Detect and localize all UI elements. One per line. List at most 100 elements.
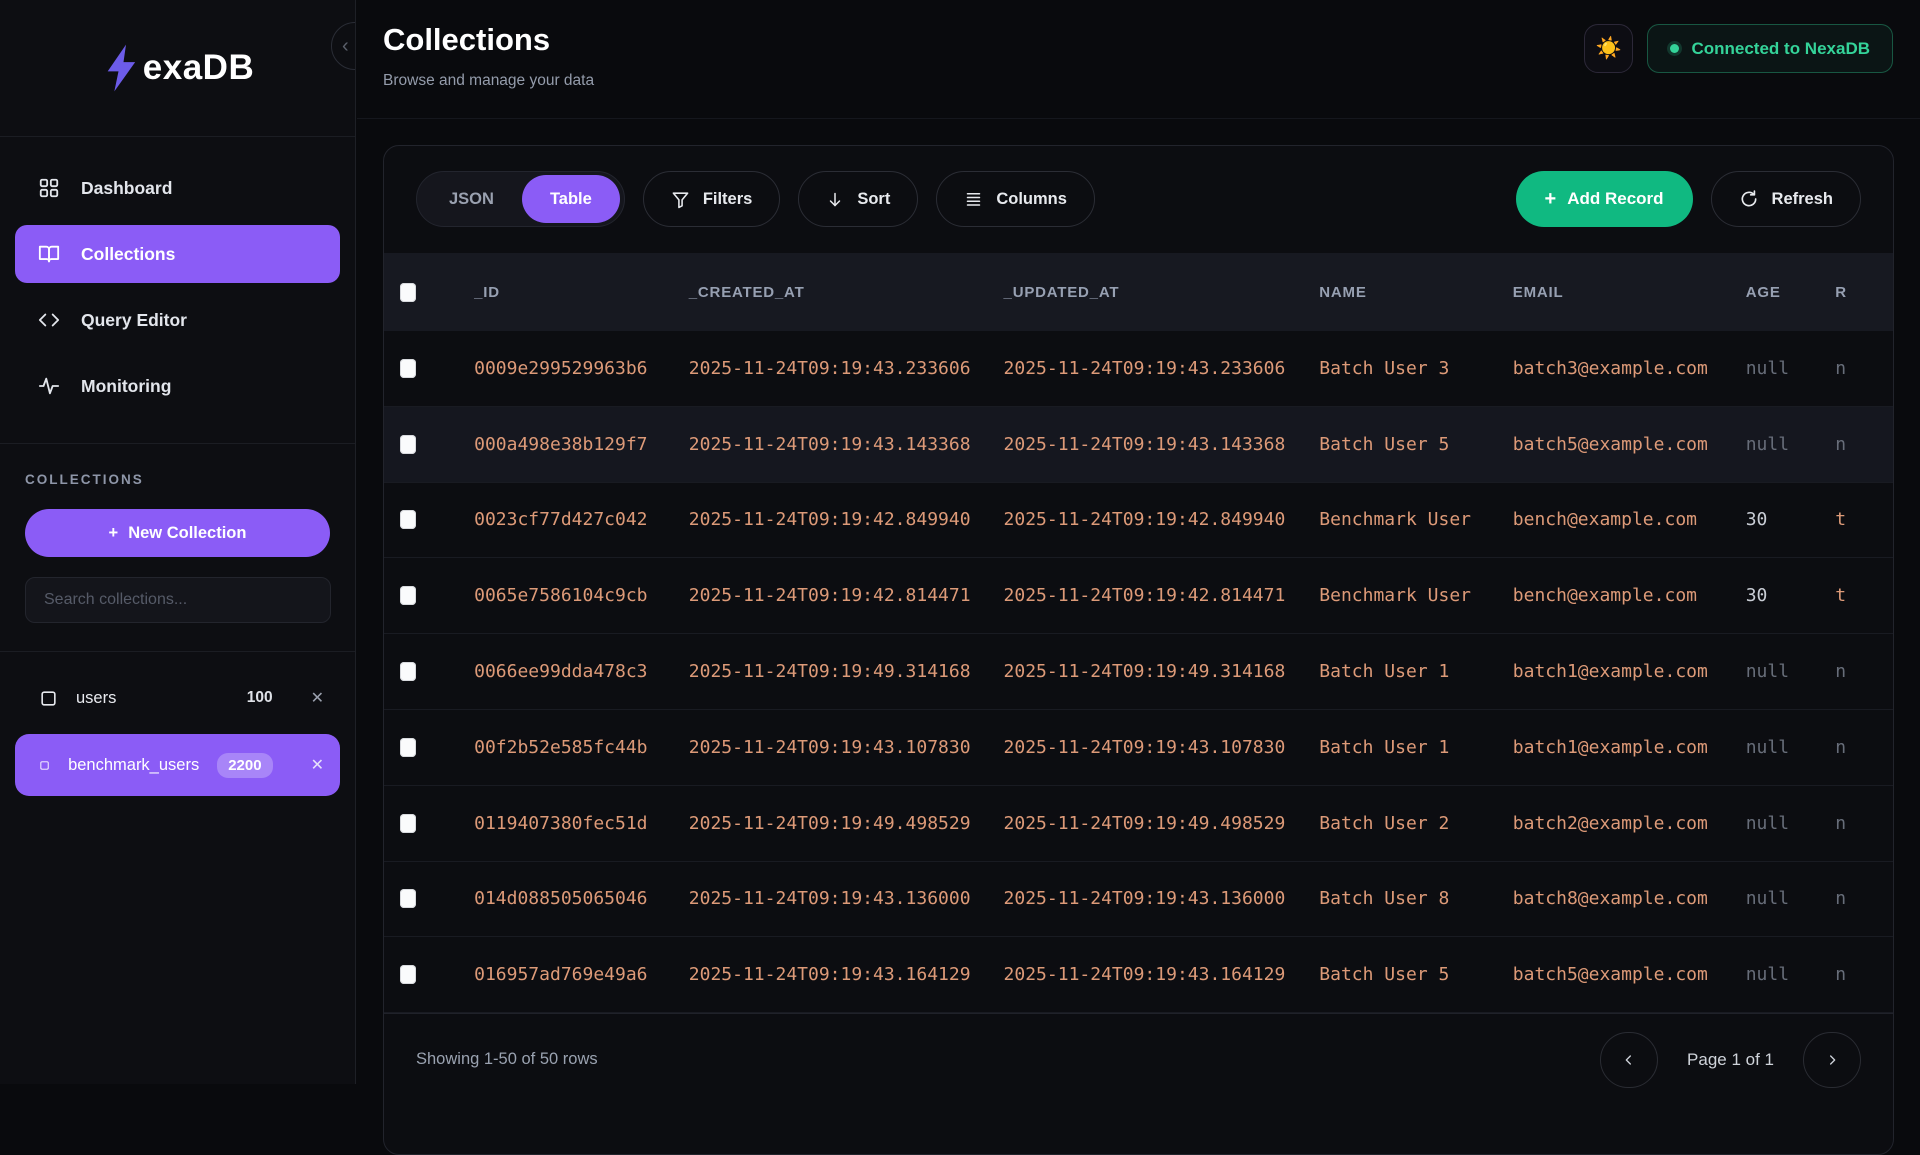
sidebar-item-label: Monitoring — [81, 376, 171, 397]
collection-box-icon — [39, 756, 50, 775]
cell-id: 0066ee99dda478c3 — [474, 661, 689, 682]
table-row[interactable]: 0065e7586104c9cb2025-11-24T09:19:42.8144… — [384, 558, 1893, 634]
table-row[interactable]: 0023cf77d427c0422025-11-24T09:19:42.8499… — [384, 483, 1893, 559]
row-checkbox[interactable] — [400, 814, 416, 833]
cell-email: batch3@example.com — [1513, 358, 1746, 379]
sidebar-item-query-editor[interactable]: Query Editor — [15, 291, 340, 349]
select-all-checkbox[interactable] — [400, 283, 416, 302]
cell-email: batch1@example.com — [1513, 737, 1746, 758]
cell-name: Benchmark User — [1319, 509, 1512, 530]
table-row[interactable]: 014d0885050650462025-11-24T09:19:43.1360… — [384, 862, 1893, 938]
search-collections-input[interactable] — [25, 577, 331, 623]
row-checkbox[interactable] — [400, 586, 416, 605]
chevron-right-icon — [1824, 1052, 1840, 1068]
table-row[interactable]: 00f2b52e585fc44b2025-11-24T09:19:43.1078… — [384, 710, 1893, 786]
toolbar-right: + Add Record Refresh — [1516, 171, 1861, 227]
cell-created-at: 2025-11-24T09:19:49.498529 — [689, 813, 1004, 834]
cell-id: 0065e7586104c9cb — [474, 585, 689, 606]
row-checkbox[interactable] — [400, 889, 416, 908]
cell-created-at: 2025-11-24T09:19:49.314168 — [689, 661, 1004, 682]
logo-text: exaDB — [143, 48, 254, 88]
columns-button[interactable]: Columns — [936, 171, 1095, 227]
row-checkbox[interactable] — [400, 965, 416, 984]
new-collection-button[interactable]: + New Collection — [25, 509, 330, 557]
sidebar: exaDB ‹ Dashboard Collections Query Edit… — [0, 0, 356, 1084]
cell-email: batch1@example.com — [1513, 661, 1746, 682]
table-row[interactable]: 016957ad769e49a62025-11-24T09:19:43.1641… — [384, 937, 1893, 1013]
cell-name: Benchmark User — [1319, 585, 1512, 606]
cell-created-at: 2025-11-24T09:19:43.136000 — [689, 888, 1004, 909]
row-checkbox[interactable] — [400, 510, 416, 529]
cell-clipped: n — [1835, 661, 1893, 682]
row-count-text: Showing 1-50 of 50 rows — [416, 1050, 598, 1069]
cell-clipped: n — [1835, 358, 1893, 379]
cell-updated-at: 2025-11-24T09:19:49.498529 — [1004, 813, 1320, 834]
sort-label: Sort — [857, 190, 890, 209]
row-checkbox-cell — [400, 586, 474, 605]
sidebar-item-label: Collections — [81, 244, 175, 265]
table-body: 0009e299529963b62025-11-24T09:19:43.2336… — [384, 331, 1893, 1013]
view-toggle-json[interactable]: JSON — [421, 175, 522, 223]
next-page-button[interactable] — [1803, 1032, 1861, 1088]
sort-button[interactable]: Sort — [798, 171, 918, 227]
close-icon[interactable]: ✕ — [311, 688, 324, 708]
filters-button[interactable]: Filters — [643, 171, 781, 227]
view-toggle-table[interactable]: Table — [522, 175, 620, 223]
sidebar-item-monitoring[interactable]: Monitoring — [15, 357, 340, 415]
sidebar-item-collections[interactable]: Collections — [15, 225, 340, 283]
cell-id: 014d088505065046 — [474, 888, 689, 909]
column-header-email: EMAIL — [1513, 284, 1746, 301]
collection-item-users[interactable]: users 100 ✕ — [15, 674, 340, 722]
cell-age: null — [1746, 888, 1836, 909]
cell-updated-at: 2025-11-24T09:19:43.143368 — [1004, 434, 1320, 455]
cell-email: batch2@example.com — [1513, 813, 1746, 834]
cell-clipped: n — [1835, 434, 1893, 455]
column-header-name: NAME — [1319, 284, 1512, 301]
row-checkbox-cell — [400, 510, 474, 529]
collection-item-benchmark-users[interactable]: benchmark_users 2200 ✕ — [15, 734, 340, 796]
row-checkbox-cell — [400, 889, 474, 908]
table-row[interactable]: 000a498e38b129f72025-11-24T09:19:43.1433… — [384, 407, 1893, 483]
row-checkbox[interactable] — [400, 359, 416, 378]
rows-icon — [964, 190, 983, 208]
table-row[interactable]: 0119407380fec51d2025-11-24T09:19:49.4985… — [384, 786, 1893, 862]
cell-email: bench@example.com — [1513, 585, 1746, 606]
chevron-left-icon: ‹ — [342, 35, 349, 58]
refresh-icon — [1739, 189, 1759, 209]
sidebar-item-label: Query Editor — [81, 310, 187, 331]
cell-email: batch5@example.com — [1513, 964, 1746, 985]
cell-age: null — [1746, 964, 1836, 985]
close-icon[interactable]: ✕ — [311, 755, 324, 775]
chevron-left-icon — [1621, 1052, 1637, 1068]
filters-label: Filters — [703, 190, 753, 209]
book-open-icon — [38, 243, 60, 265]
table-footer: Showing 1-50 of 50 rows Page 1 of 1 — [384, 1013, 1893, 1105]
row-checkbox-cell — [400, 662, 474, 681]
row-checkbox[interactable] — [400, 435, 416, 454]
cell-age: null — [1746, 737, 1836, 758]
cell-created-at: 2025-11-24T09:19:42.849940 — [689, 509, 1004, 530]
sidebar-nav: Dashboard Collections Query Editor Monit… — [0, 137, 355, 415]
refresh-label: Refresh — [1772, 190, 1833, 209]
connection-status-text: Connected to NexaDB — [1691, 39, 1870, 59]
sidebar-item-dashboard[interactable]: Dashboard — [15, 159, 340, 217]
table-header-row: _ID _CREATED_AT _UPDATED_AT NAME EMAIL A… — [384, 253, 1893, 331]
new-collection-label: New Collection — [128, 524, 246, 543]
sidebar-item-label: Dashboard — [81, 178, 172, 199]
cell-name: Batch User 2 — [1319, 813, 1512, 834]
refresh-button[interactable]: Refresh — [1711, 171, 1861, 227]
activity-icon — [38, 375, 60, 397]
column-header-updated-at: _UPDATED_AT — [1004, 284, 1320, 301]
theme-toggle-button[interactable]: ☀️ — [1584, 24, 1633, 73]
cell-name: Batch User 3 — [1319, 358, 1512, 379]
grid-icon — [38, 177, 60, 199]
row-checkbox[interactable] — [400, 738, 416, 757]
cell-clipped: n — [1835, 813, 1893, 834]
cell-created-at: 2025-11-24T09:19:43.107830 — [689, 737, 1004, 758]
table-row[interactable]: 0066ee99dda478c32025-11-24T09:19:49.3141… — [384, 634, 1893, 710]
pagination: Page 1 of 1 — [1600, 1032, 1861, 1088]
add-record-button[interactable]: + Add Record — [1516, 171, 1693, 227]
previous-page-button[interactable] — [1600, 1032, 1658, 1088]
row-checkbox[interactable] — [400, 662, 416, 681]
table-row[interactable]: 0009e299529963b62025-11-24T09:19:43.2336… — [384, 331, 1893, 407]
